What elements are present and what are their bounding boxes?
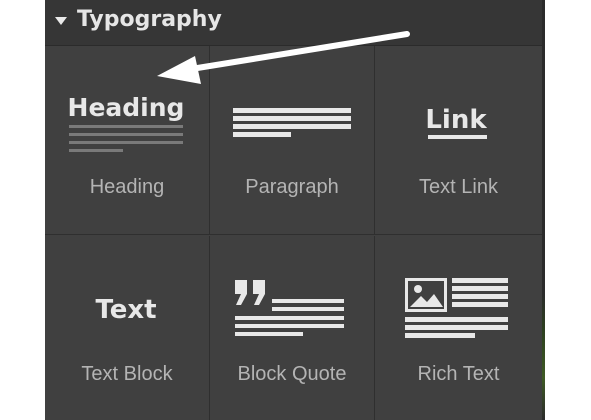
block-quote-element[interactable]: Block Quote [210, 236, 375, 420]
text-link-label: Text Link [419, 176, 498, 198]
heading-element[interactable]: Heading Heading [45, 46, 210, 235]
paragraph-icon [233, 108, 351, 137]
canvas-edge-shadow [542, 0, 545, 420]
text-block-element[interactable]: Text Text Block [45, 236, 210, 420]
paragraph-label: Paragraph [245, 176, 339, 198]
link-icon-text: Link [425, 105, 487, 135]
text-block-icon: Text [95, 295, 156, 325]
canvas-edge [542, 0, 591, 420]
typography-elements-grid: Heading Heading Paragraph Link Text Link… [45, 46, 542, 420]
link-icon: Link [425, 105, 487, 139]
text-block-icon-text: Text [95, 295, 156, 325]
rich-text-element[interactable]: Rich Text [375, 236, 542, 420]
typography-section-header[interactable]: Typography [45, 0, 542, 46]
rich-text-label: Rich Text [417, 363, 500, 385]
text-block-label: Text Block [81, 363, 173, 385]
block-quote-icon [235, 280, 344, 336]
heading-label: Heading [89, 176, 165, 198]
heading-icon-text: Heading [68, 93, 185, 122]
text-link-element[interactable]: Link Text Link [375, 46, 542, 235]
add-elements-panel: Typography Heading Heading Paragraph Lin… [45, 0, 542, 420]
heading-icon: Heading [68, 93, 185, 152]
caret-down-icon[interactable] [55, 17, 67, 25]
block-quote-label: Block Quote [237, 363, 347, 385]
paragraph-element[interactable]: Paragraph [210, 46, 375, 235]
section-title: Typography [77, 7, 222, 32]
rich-text-icon [405, 278, 508, 338]
